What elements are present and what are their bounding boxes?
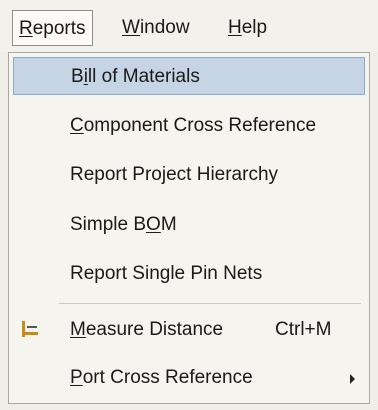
menu-help[interactable]: Help [222, 10, 273, 46]
reports-dropdown-menu: Bill of Materials Component Cross Refere… [8, 52, 370, 404]
menu-item-label: Component Cross Reference [70, 115, 317, 136]
menu-window[interactable]: Window [116, 10, 196, 46]
menu-item-port-cross-reference[interactable]: Port Cross Reference [13, 359, 365, 397]
menu-item-label: Report Single Pin Nets [70, 263, 263, 284]
menu-window-mnemonic: W [122, 17, 140, 38]
menu-item-label: Report Project Hierarchy [70, 164, 279, 185]
menu-item-component-cross-reference[interactable]: Component Cross Reference [13, 107, 365, 145]
menu-item-bill-of-materials[interactable]: Bill of Materials [13, 57, 365, 95]
menu-item-label: Port Cross Reference [70, 367, 253, 388]
submenu-arrow-icon [350, 374, 355, 384]
shortcut-label: Ctrl+M [275, 319, 332, 340]
menu-item-simple-bom[interactable]: Simple BOM [13, 206, 365, 244]
menu-window-label-rest: indow [139, 17, 190, 38]
menu-item-report-project-hierarchy[interactable]: Report Project Hierarchy [13, 156, 365, 194]
menu-reports-mnemonic: R [19, 18, 33, 39]
menu-item-label: Bill of Materials [71, 66, 200, 87]
menu-reports[interactable]: Reports [12, 10, 93, 46]
menu-bar: Reports Window Help [0, 0, 378, 52]
menu-reports-label-rest: eports [32, 18, 86, 39]
menu-help-mnemonic: H [228, 17, 242, 38]
menu-item-label: Simple BOM [70, 214, 177, 235]
menu-help-label-rest: elp [241, 17, 268, 38]
menu-item-report-single-pin-nets[interactable]: Report Single Pin Nets [13, 255, 365, 293]
measure-ruler-icon [22, 321, 38, 337]
menu-separator [59, 303, 361, 304]
menu-item-measure-distance[interactable]: Measure Distance Ctrl+M [13, 311, 365, 349]
menu-item-label: Measure Distance [70, 319, 224, 340]
